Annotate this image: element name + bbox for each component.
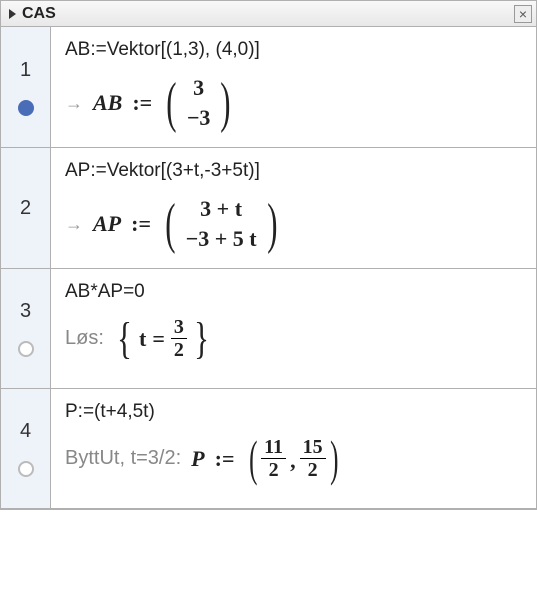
output-arrow-icon: → <box>65 214 83 235</box>
collapse-triangle-icon[interactable] <box>9 9 16 19</box>
cas-row: 2 AP:=Vektor[(3+t,-3+5t)] → AP := ( 3 + … <box>1 148 536 269</box>
vector-row: 3 + t <box>200 196 242 222</box>
cas-input[interactable]: P:=(t+4,5t) <box>65 401 522 423</box>
cas-cell[interactable]: AB:=Vektor[(1,3), (4,0)] → AB := ( 3 −3 … <box>51 27 536 147</box>
vector-row: −3 <box>187 105 211 131</box>
vector-row: −3 + 5 t <box>186 226 257 252</box>
column-vector: ( 3 + t −3 + 5 t ) <box>161 196 281 252</box>
fraction: 15 2 <box>300 437 326 480</box>
fraction-num: 11 <box>261 437 286 459</box>
right-brace-icon: } <box>194 321 209 356</box>
output-variable: AB <box>93 90 122 116</box>
right-paren-icon: ) <box>330 441 338 476</box>
cas-output: → AB := ( 3 −3 ) <box>65 75 522 131</box>
eq-op: = <box>152 326 165 352</box>
output-arrow-icon: → <box>65 93 83 114</box>
output-variable: P <box>191 446 204 472</box>
right-paren-icon: ) <box>267 202 277 247</box>
cas-row: 4 P:=(t+4,5t) ByttUt, t=3/2: P := ( 11 2… <box>1 389 536 509</box>
assign-op: := <box>215 446 235 472</box>
row-number: 1 <box>20 59 31 82</box>
visibility-marker-icon[interactable] <box>18 100 34 116</box>
left-brace-icon: { <box>117 321 132 356</box>
close-icon: × <box>519 6 527 22</box>
fraction-den: 2 <box>305 459 321 480</box>
right-paren-icon: ) <box>221 81 231 126</box>
cas-row: 3 AB*AP=0 Løs: { t = 3 2 } <box>1 269 536 389</box>
eq-lhs: t <box>139 326 146 352</box>
cas-input[interactable]: AB:=Vektor[(1,3), (4,0)] <box>65 39 522 61</box>
cas-cell[interactable]: AP:=Vektor[(3+t,-3+5t)] → AP := ( 3 + t … <box>51 148 536 268</box>
fraction: 11 2 <box>261 437 286 480</box>
cas-cell[interactable]: P:=(t+4,5t) ByttUt, t=3/2: P := ( 11 2 ,… <box>51 389 536 508</box>
assign-op: := <box>131 211 151 237</box>
cas-input[interactable]: AP:=Vektor[(3+t,-3+5t)] <box>65 160 522 182</box>
tuple-comma: , <box>290 448 296 480</box>
visibility-marker-icon[interactable] <box>18 461 34 477</box>
row-gutter[interactable]: 1 <box>1 27 51 147</box>
solution-set: { t = 3 2 } <box>114 317 212 360</box>
fraction-num: 3 <box>171 317 187 339</box>
visibility-marker-icon[interactable] <box>18 341 34 357</box>
cas-input[interactable]: AB*AP=0 <box>65 281 522 303</box>
close-button[interactable]: × <box>514 5 532 23</box>
cas-header: CAS × <box>1 1 536 27</box>
column-vector: ( 3 −3 ) <box>162 75 235 131</box>
row-number: 2 <box>20 197 31 220</box>
left-paren-icon: ( <box>165 202 175 247</box>
cas-output: Løs: { t = 3 2 } <box>65 317 522 360</box>
output-prefix: ByttUt, t=3/2: <box>65 447 181 470</box>
cas-output: ByttUt, t=3/2: P := ( 11 2 , 15 2 ) <box>65 437 522 480</box>
cas-panel: CAS × 1 AB:=Vektor[(1,3), (4,0)] → AB :=… <box>0 0 537 510</box>
left-paren-icon: ( <box>166 81 176 126</box>
row-gutter[interactable]: 3 <box>1 269 51 388</box>
vector-row: 3 <box>193 75 204 101</box>
cas-cell[interactable]: AB*AP=0 Løs: { t = 3 2 } <box>51 269 536 388</box>
left-paren-icon: ( <box>249 441 257 476</box>
output-prefix: Løs: <box>65 327 104 350</box>
fraction: 3 2 <box>171 317 187 360</box>
tuple: ( 11 2 , 15 2 ) <box>245 437 343 480</box>
row-gutter[interactable]: 4 <box>1 389 51 508</box>
fraction-num: 15 <box>300 437 326 459</box>
row-number: 4 <box>20 420 31 443</box>
output-variable: AP <box>93 211 121 237</box>
fraction-den: 2 <box>266 459 282 480</box>
row-number: 3 <box>20 300 31 323</box>
cas-row: 1 AB:=Vektor[(1,3), (4,0)] → AB := ( 3 −… <box>1 27 536 148</box>
panel-title: CAS <box>22 5 56 23</box>
cas-output: → AP := ( 3 + t −3 + 5 t ) <box>65 196 522 252</box>
row-gutter[interactable]: 2 <box>1 148 51 268</box>
fraction-den: 2 <box>171 339 187 360</box>
assign-op: := <box>132 90 152 116</box>
